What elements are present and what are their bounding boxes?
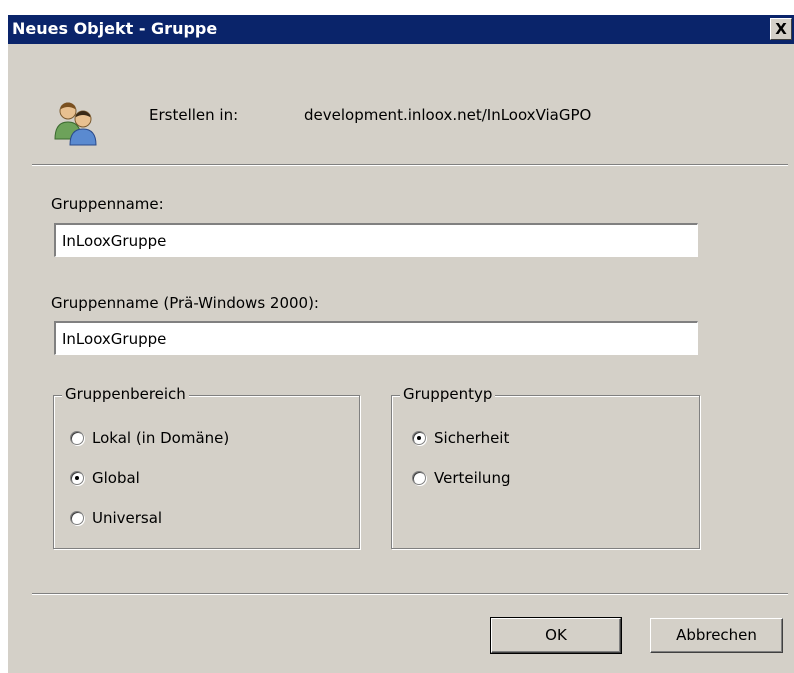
group-scope-legend: Gruppenbereich — [62, 385, 189, 403]
radio-scope-universal[interactable]: Universal — [70, 509, 162, 527]
bottom-separator — [32, 593, 788, 595]
group-type-legend: Gruppentyp — [400, 385, 496, 403]
group-name-pre2000-input[interactable] — [54, 321, 698, 355]
radio-type-security-circle[interactable] — [412, 431, 426, 445]
radio-scope-global[interactable]: Global — [70, 469, 140, 487]
radio-scope-local[interactable]: Lokal (in Domäne) — [70, 429, 229, 447]
ok-button[interactable]: OK — [490, 617, 622, 654]
group-name-label: Gruppenname: — [51, 195, 164, 213]
title-bar[interactable]: Neues Objekt - Gruppe X — [8, 15, 794, 44]
window-title: Neues Objekt - Gruppe — [12, 19, 218, 38]
radio-type-distribution[interactable]: Verteilung — [412, 469, 510, 487]
group-name-pre2000-label: Gruppenname (Prä-Windows 2000): — [51, 294, 319, 312]
group-name-input[interactable] — [54, 223, 698, 257]
radio-type-security[interactable]: Sicherheit — [412, 429, 509, 447]
radio-scope-global-label: Global — [92, 469, 140, 487]
radio-type-distribution-label: Verteilung — [434, 469, 511, 487]
create-in-label: Erstellen in: — [149, 106, 239, 124]
group-scope-box: Gruppenbereich Lokal (in Domäne) Global … — [53, 385, 360, 549]
create-in-path: development.inloox.net/InLooxViaGPO — [304, 106, 592, 124]
users-icon — [54, 102, 97, 146]
new-group-dialog: Neues Objekt - Gruppe X Erstellen in: de… — [8, 15, 794, 673]
close-icon: X — [775, 20, 787, 38]
radio-scope-local-label: Lokal (in Domäne) — [92, 429, 230, 447]
top-separator — [32, 164, 788, 166]
close-button[interactable]: X — [770, 18, 792, 40]
radio-scope-universal-circle[interactable] — [70, 511, 84, 525]
radio-type-distribution-circle[interactable] — [412, 471, 426, 485]
radio-scope-global-circle[interactable] — [70, 471, 84, 485]
radio-type-security-label: Sicherheit — [434, 429, 510, 447]
radio-scope-local-circle[interactable] — [70, 431, 84, 445]
radio-scope-universal-label: Universal — [92, 509, 163, 527]
group-type-box: Gruppentyp Sicherheit Verteilung — [391, 385, 700, 549]
cancel-button[interactable]: Abbrechen — [650, 618, 783, 653]
